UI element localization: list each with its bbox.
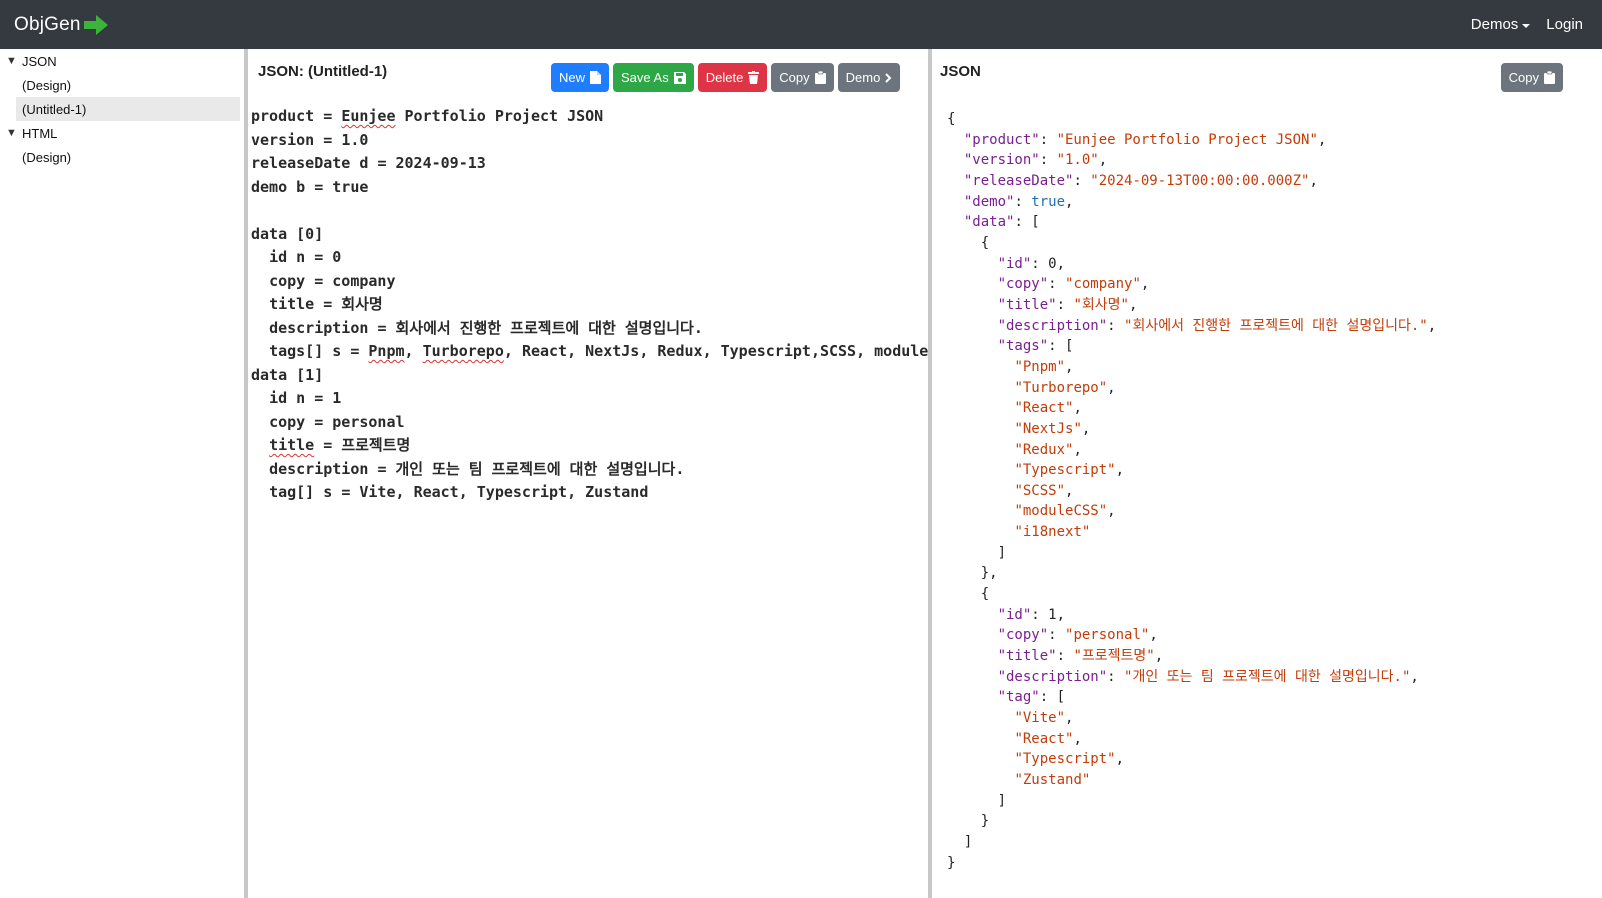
floppy-disk-icon <box>673 71 686 84</box>
code-line: copy = company <box>269 271 396 290</box>
clipboard-icon <box>1544 71 1555 84</box>
demo-button[interactable]: Demo <box>837 63 901 92</box>
code-line: id n = 0 <box>269 248 342 266</box>
copy-button[interactable]: Copy <box>771 63 834 92</box>
delete-button[interactable]: Delete <box>697 63 768 92</box>
brand-name: ObjGen <box>14 13 81 35</box>
tree-item-json-design[interactable]: (Design) <box>0 73 240 97</box>
new-button[interactable]: New <box>551 63 610 92</box>
copy-output-label: Copy <box>1508 70 1539 85</box>
save-as-label: Save As <box>621 70 669 85</box>
top-navbar: ObjGen Demos Login <box>0 0 1602 49</box>
tree-item-html-design[interactable]: (Design) <box>0 145 240 169</box>
login-link[interactable]: Login <box>1546 16 1583 33</box>
code-line: tag[] s = Vite, React, Typescript, Zusta… <box>269 483 649 501</box>
code-line: data [1] <box>251 365 324 384</box>
editor-toolbar: New Save As Delete Copy Demo <box>551 63 904 92</box>
tree-node-label: JSON <box>22 53 57 69</box>
clipboard-icon <box>814 71 826 84</box>
tree-item-json-untitled[interactable]: (Untitled-1) <box>16 97 240 121</box>
code-line: title = 회사명 <box>269 295 383 313</box>
output-title: JSON <box>940 63 981 80</box>
code-line: version = 1.0 <box>251 130 369 149</box>
copy-output-button[interactable]: Copy <box>1500 63 1563 92</box>
demos-menu[interactable]: Demos <box>1471 16 1531 33</box>
tree-node-html[interactable]: ▼ HTML <box>0 121 244 145</box>
arrow-right-icon <box>83 14 108 35</box>
code-line: description = 회사에서 진행한 프로젝트에 대한 설명입니다. <box>269 318 703 337</box>
code-line: description = 개인 또는 팀 프로젝트에 대한 설명입니다. <box>269 459 685 478</box>
tree-node-json[interactable]: ▼ JSON <box>0 49 244 73</box>
editor-panel: JSON: (Untitled-1) New Save As Delete Co… <box>248 49 928 898</box>
new-label: New <box>559 70 586 85</box>
code-editor[interactable]: product = Eunjee Portfolio Project JSON v… <box>251 105 928 505</box>
code-line: product = Eunjee Portfolio Project JSON <box>251 107 604 125</box>
editor-title: JSON: (Untitled-1) <box>258 63 388 80</box>
triangle-down-icon[interactable]: ▼ <box>6 55 22 67</box>
demo-label: Demo <box>845 70 881 85</box>
code-line: demo b = true <box>251 177 369 196</box>
save-as-button[interactable]: Save As <box>613 63 694 92</box>
code-line: tags[] s = Pnpm, Turborepo, React, NextJ… <box>269 342 928 360</box>
file-icon <box>590 71 602 84</box>
triangle-down-icon[interactable]: ▼ <box>6 127 22 139</box>
chevron-right-icon <box>885 72 892 83</box>
delete-label: Delete <box>705 70 744 85</box>
demos-label: Demos <box>1470 16 1519 33</box>
copy-label: Copy <box>779 70 810 85</box>
json-output: { "product": "Eunjee Portfolio Project J… <box>947 111 1437 871</box>
trash-icon <box>748 71 760 84</box>
code-line: releaseDate d = 2024-09-13 <box>251 154 486 172</box>
code-line: data [0] <box>251 224 324 243</box>
brand-logo[interactable]: ObjGen <box>14 14 108 36</box>
output-panel: JSON Copy { "product": "Eunjee Portfolio… <box>932 49 1602 898</box>
code-line: title = 프로젝트명 <box>269 436 411 454</box>
caret-down-icon <box>1522 23 1531 28</box>
sidebar-tree: ▼ JSON (Design) (Untitled-1) ▼ HTML (Des… <box>0 49 244 898</box>
code-line: id n = 1 <box>269 389 342 407</box>
tree-node-label: HTML <box>22 125 58 141</box>
code-line: copy = personal <box>269 412 405 431</box>
